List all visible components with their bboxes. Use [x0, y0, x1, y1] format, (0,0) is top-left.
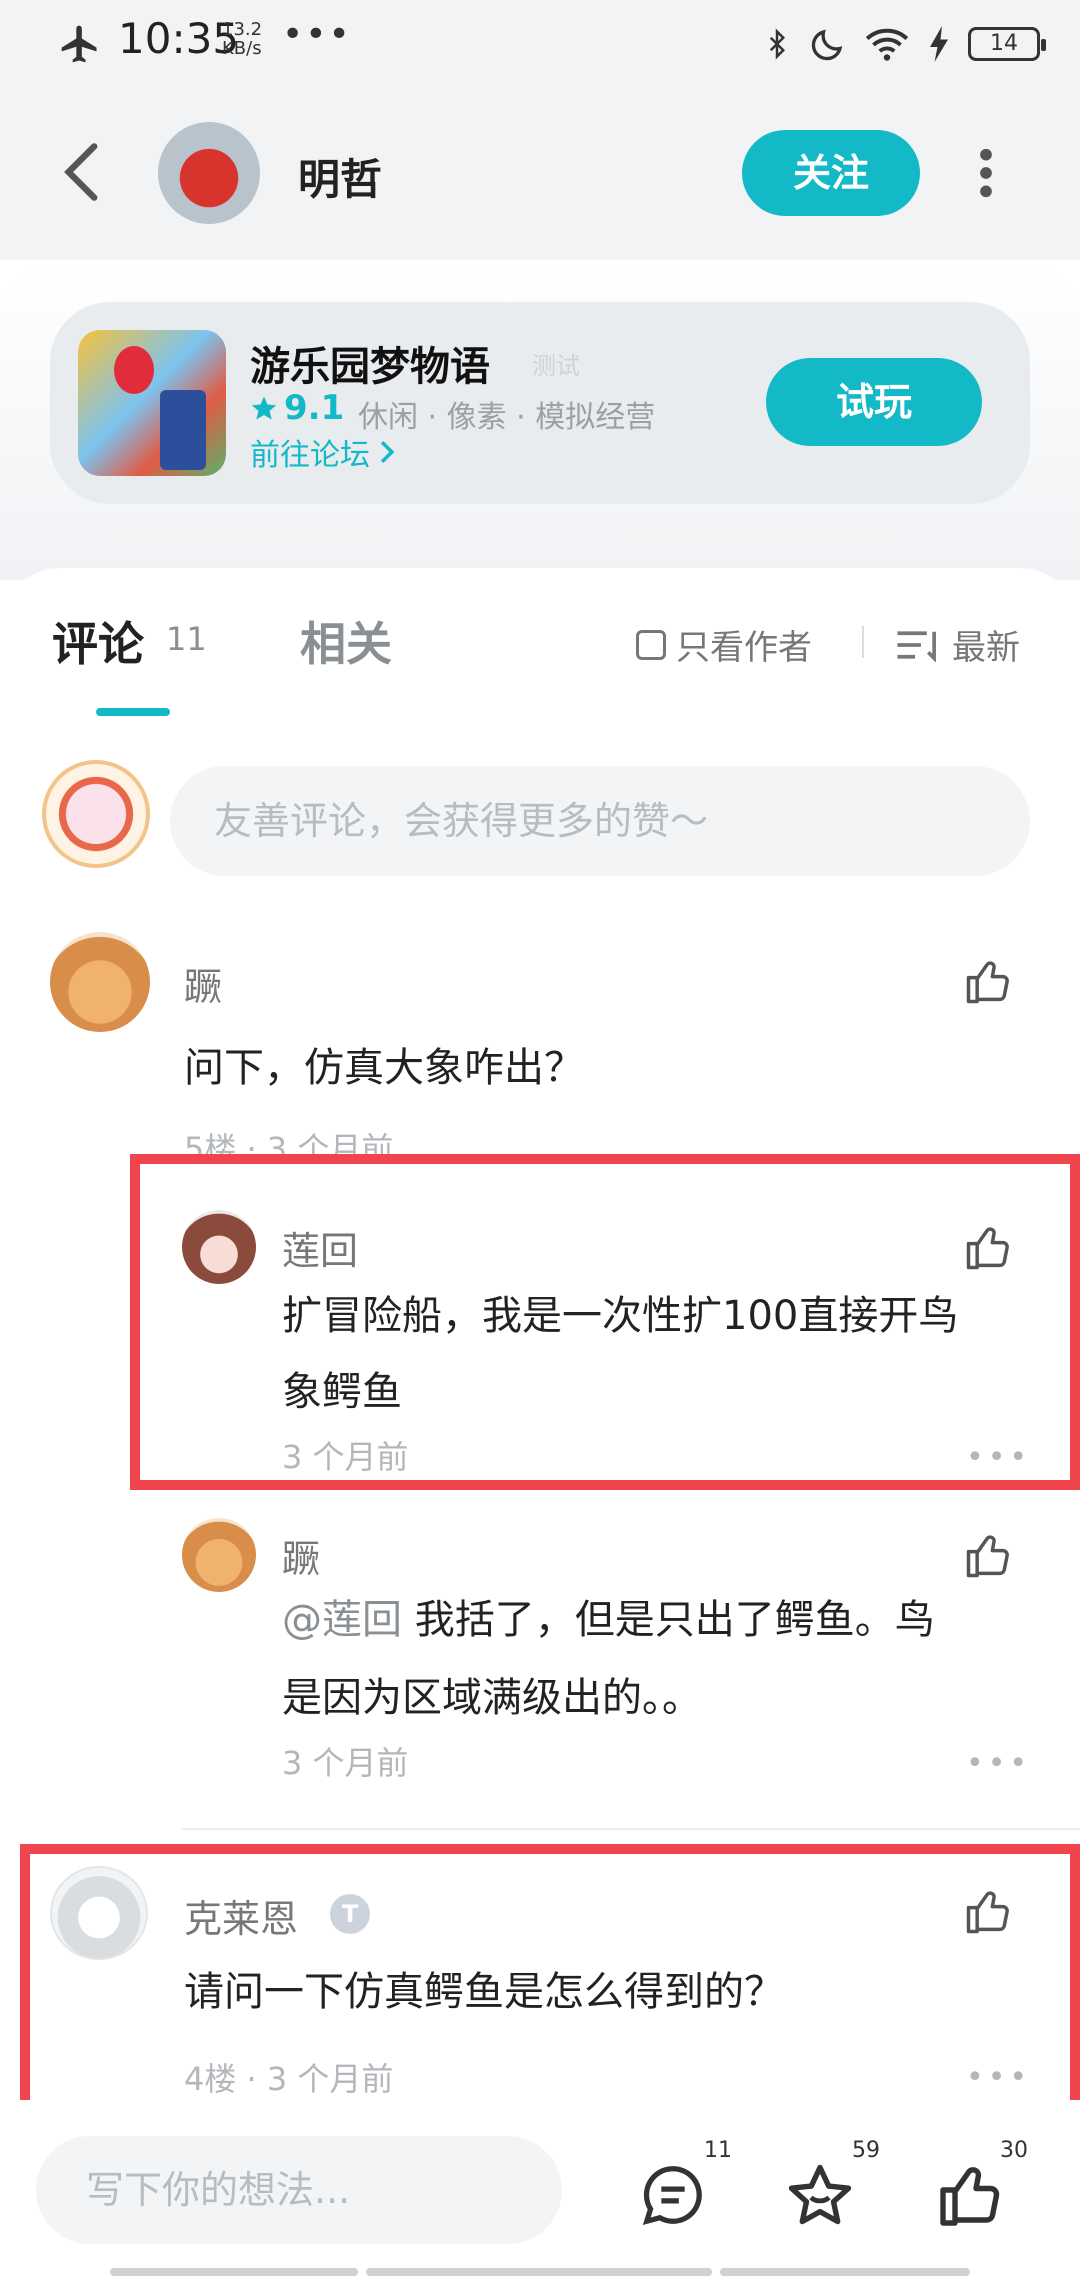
- comment-divider: [182, 1828, 1080, 1830]
- reply-body: 我括了，但是只出了鳄鱼。鸟: [414, 1597, 935, 1643]
- sort-lines-icon: [897, 630, 936, 662]
- favorite-star-icon[interactable]: [784, 2160, 856, 2232]
- commenter-name[interactable]: 蹶: [184, 956, 222, 1011]
- forum-link[interactable]: 前往论坛: [250, 430, 396, 474]
- comment-more-dots[interactable]: •••: [966, 2060, 1031, 2095]
- network-speed-value: 13.2: [222, 19, 263, 40]
- comment-count: 11: [704, 2138, 732, 2163]
- network-speed-unit: KB/s: [222, 38, 262, 59]
- favorite-count: 59: [852, 2138, 880, 2163]
- comment-meta: 5楼 · 3 个月前: [184, 1130, 394, 1156]
- comment-text: 请问一下仿真鳄鱼是怎么得到的？: [184, 1969, 784, 2015]
- author-name[interactable]: 明哲: [298, 146, 382, 207]
- bluetooth-icon: [769, 28, 786, 60]
- like-thumb-icon[interactable]: [962, 1222, 1014, 1274]
- author-only-toggle[interactable]: 只看作者: [636, 620, 812, 669]
- game-icon-character: [160, 390, 206, 470]
- do-not-disturb-moon-icon: [811, 29, 843, 61]
- author-only-checkbox[interactable]: [636, 629, 666, 660]
- reply-mention[interactable]: @莲回: [282, 1597, 402, 1643]
- system-nav-bar-center: [366, 2268, 712, 2276]
- commenter-avatar[interactable]: [50, 932, 150, 1032]
- like-thumb-icon[interactable]: [962, 1886, 1014, 1938]
- forum-link-label[interactable]: 前往论坛: [250, 430, 370, 474]
- like-count: 30: [1000, 2138, 1028, 2163]
- reply-text-line1: 扩冒险船，我是一次性扩100直接开鸟: [282, 1293, 959, 1339]
- status-icons: 14: [762, 22, 1046, 66]
- reply-more-dots[interactable]: •••: [966, 1440, 1031, 1475]
- author-only-label: 只看作者: [676, 628, 812, 668]
- comment-text: 问下，仿真大象咋出？: [184, 1045, 584, 1091]
- try-play-button[interactable]: 试玩: [766, 358, 982, 446]
- more-vertical-icon[interactable]: [976, 148, 996, 198]
- reply-name[interactable]: 莲回: [282, 1220, 358, 1275]
- star-icon: [251, 396, 277, 420]
- game-title[interactable]: 游乐园梦物语: [250, 334, 490, 392]
- reply-meta: 3 个月前: [282, 1744, 409, 1782]
- like-thumb-icon[interactable]: [934, 2160, 1006, 2232]
- active-tab-indicator: [96, 708, 170, 716]
- current-user-avatar[interactable]: [42, 760, 150, 868]
- reply-name[interactable]: 蹶: [282, 1528, 320, 1583]
- commenter-name[interactable]: 克莱恩: [184, 1888, 298, 1943]
- game-faint-tag: 测试: [532, 352, 580, 380]
- author-avatar[interactable]: [158, 122, 260, 224]
- back-arrow-icon[interactable]: [58, 140, 108, 204]
- sort-label: 最新: [952, 628, 1020, 668]
- charging-bolt-icon: [930, 26, 948, 62]
- status-more-dots: •••: [282, 14, 352, 55]
- system-nav-bar-right: [720, 2268, 970, 2276]
- clock: 10:35: [118, 14, 240, 63]
- like-thumb-icon[interactable]: [962, 956, 1014, 1008]
- commenter-avatar[interactable]: [50, 1866, 148, 1960]
- game-genres: 休闲 · 像素 · 模拟经营: [358, 400, 656, 435]
- chevron-right-icon: [380, 440, 395, 464]
- network-speed: 13.2 KB/s: [222, 20, 262, 58]
- comment-input[interactable]: 友善评论，会获得更多的赞～: [170, 766, 1030, 876]
- game-icon-balloon: [114, 346, 154, 394]
- comment-meta: 4楼 · 3 个月前: [184, 2060, 394, 2098]
- reply-avatar[interactable]: [182, 1210, 256, 1284]
- game-rating-value: 9.1: [284, 388, 345, 428]
- reply-more-dots[interactable]: •••: [966, 1746, 1031, 1781]
- comment-bubble-icon[interactable]: [638, 2160, 708, 2230]
- reply-text-line2: 是因为区域满级出的。。: [282, 1675, 702, 1721]
- wifi-icon: [865, 28, 909, 61]
- comments-count: 11: [166, 620, 207, 658]
- game-rating: 9.1: [250, 388, 344, 428]
- like-thumb-icon[interactable]: [962, 1530, 1014, 1582]
- write-comment-input[interactable]: 写下你的想法...: [36, 2136, 562, 2244]
- system-nav-bar-left: [110, 2268, 358, 2276]
- sort-divider: [862, 626, 864, 658]
- reply-text-line1: @莲回 我括了，但是只出了鳄鱼。鸟: [282, 1582, 935, 1658]
- battery-indicator: 14: [968, 27, 1046, 61]
- user-level-badge: T: [330, 1894, 370, 1934]
- sort-button[interactable]: 最新: [896, 620, 1020, 669]
- reply-avatar[interactable]: [182, 1518, 256, 1592]
- airplane-mode-icon: [61, 25, 97, 63]
- reply-text-line2: 象鳄鱼: [282, 1369, 402, 1415]
- reply-meta: 3 个月前: [282, 1438, 409, 1476]
- follow-button[interactable]: 关注: [742, 130, 920, 216]
- tab-comments[interactable]: 评论: [52, 608, 144, 674]
- tab-related[interactable]: 相关: [300, 608, 392, 674]
- game-icon[interactable]: [78, 330, 226, 476]
